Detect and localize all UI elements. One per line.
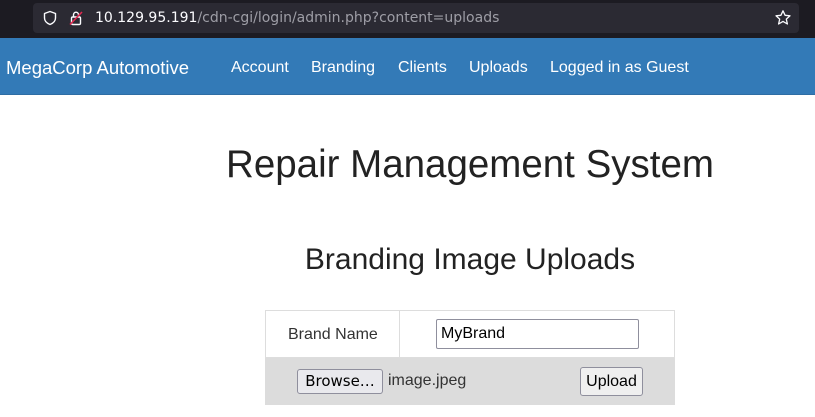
nav-link-logged-in-user[interactable]: Logged in as Guest: [550, 58, 689, 78]
brand-name-label: Brand Name: [288, 326, 378, 343]
browse-button[interactable]: Browse…: [297, 369, 383, 394]
address-bar[interactable]: 10.129.95.191/cdn-cgi/login/admin.php?co…: [33, 3, 799, 33]
file-upload-row: Browse… image.jpeg Upload: [265, 358, 675, 405]
selected-file-name: image.jpeg: [388, 372, 467, 389]
navbar-brand[interactable]: MegaCorp Automotive: [6, 57, 189, 79]
nav-link-uploads[interactable]: Uploads: [469, 58, 528, 78]
nav-link-account[interactable]: Account: [231, 58, 289, 78]
nav-link-clients[interactable]: Clients: [398, 58, 447, 78]
url-path: /cdn-cgi/login/admin.php?content=uploads: [197, 10, 500, 26]
insecure-lock-icon[interactable]: [68, 10, 84, 26]
upload-button[interactable]: Upload: [580, 367, 643, 396]
shield-icon[interactable]: [42, 10, 58, 26]
browser-toolbar: 10.129.95.191/cdn-cgi/login/admin.php?co…: [0, 0, 815, 38]
nav-link-branding[interactable]: Branding: [311, 58, 375, 78]
section-title: Branding Image Uploads: [304, 243, 636, 276]
star-icon[interactable]: [774, 9, 792, 27]
brand-name-row: Brand Name: [265, 310, 675, 358]
brand-name-cell: Brand Name: [266, 311, 400, 357]
brand-name-input[interactable]: [436, 319, 639, 349]
url-host: 10.129.95.191: [95, 10, 198, 26]
url-text[interactable]: 10.129.95.191/cdn-cgi/login/admin.php?co…: [95, 9, 499, 27]
page-title: Repair Management System: [226, 143, 714, 186]
upload-form: Brand Name Browse… image.jpeg Upload: [265, 310, 675, 405]
navbar: MegaCorp Automotive Account Branding Cli…: [0, 38, 815, 95]
